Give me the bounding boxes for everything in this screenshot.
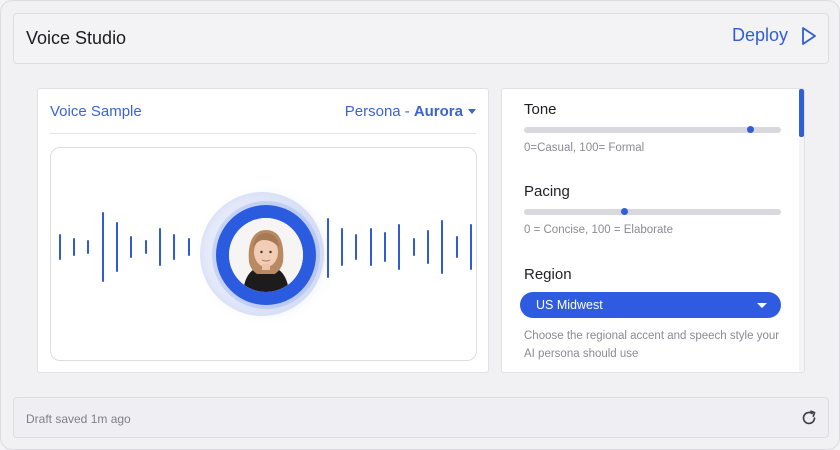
waveform-bar <box>441 220 443 274</box>
refresh-icon[interactable] <box>800 409 818 427</box>
waveform-bar <box>59 234 61 260</box>
persona-name: Aurora <box>413 103 463 120</box>
waveform-bar <box>355 234 357 260</box>
tone-label: Tone <box>524 101 557 118</box>
tone-slider[interactable] <box>524 126 781 133</box>
waveform-bar <box>341 228 343 266</box>
avatar-portrait <box>229 218 303 292</box>
waveform-bar <box>173 234 175 260</box>
waveform-bar <box>327 218 329 278</box>
waveform-bar <box>116 222 118 272</box>
waveform-bar <box>456 236 458 258</box>
region-select[interactable]: US Midwest <box>520 292 781 318</box>
voice-sample-title: Voice Sample <box>50 103 142 120</box>
waveform-bar <box>130 236 132 258</box>
tone-hint: 0=Casual, 100= Formal <box>524 142 645 154</box>
settings-panel: Tone 0=Casual, 100= Formal Pacing 0 = Co… <box>501 88 805 373</box>
voice-card-header: Voice Sample Persona - Aurora <box>50 89 476 134</box>
chevron-down-icon <box>757 303 767 308</box>
persona-avatar <box>229 218 303 292</box>
scrollbar-thumb[interactable] <box>799 89 804 137</box>
app-window: Voice Studio Deploy Voice Sample Persona… <box>0 0 840 450</box>
persona-prefix: Persona - <box>344 103 410 120</box>
region-label: Region <box>524 266 572 283</box>
waveform-bar <box>413 238 415 256</box>
waveform-bar <box>145 240 147 254</box>
deploy-label: Deploy <box>731 25 788 45</box>
tone-slider-handle[interactable] <box>746 126 754 133</box>
waveform-bar <box>398 224 400 270</box>
waveform-bar <box>188 238 190 256</box>
waveform-bar <box>87 240 89 254</box>
region-description: Choose the regional accent and speech st… <box>524 330 780 360</box>
caret-down-icon <box>468 109 476 114</box>
waveform-panel <box>50 147 477 361</box>
draft-status: Draft saved 1m ago <box>26 412 131 426</box>
waveform-bar <box>102 212 104 282</box>
app-title: Voice Studio <box>26 28 127 48</box>
pacing-hint: 0 = Concise, 100 = Elaborate <box>524 224 673 236</box>
voice-sample-card: Voice Sample Persona - Aurora <box>37 88 489 373</box>
pacing-slider[interactable] <box>524 208 781 215</box>
pacing-label: Pacing <box>524 183 570 200</box>
pacing-slider-handle[interactable] <box>620 208 628 215</box>
waveform-bar <box>73 238 75 256</box>
waveform-bar <box>384 232 386 262</box>
persona-dropdown[interactable]: Persona - Aurora <box>345 103 476 120</box>
top-bar: Voice Studio Deploy <box>13 13 829 64</box>
waveform-bar <box>159 228 161 266</box>
play-icon <box>802 26 816 45</box>
main-area: Voice Sample Persona - Aurora Tone 0=Cas… <box>13 64 829 385</box>
waveform-bar <box>470 224 472 270</box>
deploy-button[interactable]: Deploy <box>732 25 818 46</box>
status-bar: Draft saved 1m ago <box>13 397 829 438</box>
waveform-bar <box>370 228 372 266</box>
region-selected-value: US Midwest <box>536 298 603 312</box>
waveform-bar <box>427 230 429 264</box>
